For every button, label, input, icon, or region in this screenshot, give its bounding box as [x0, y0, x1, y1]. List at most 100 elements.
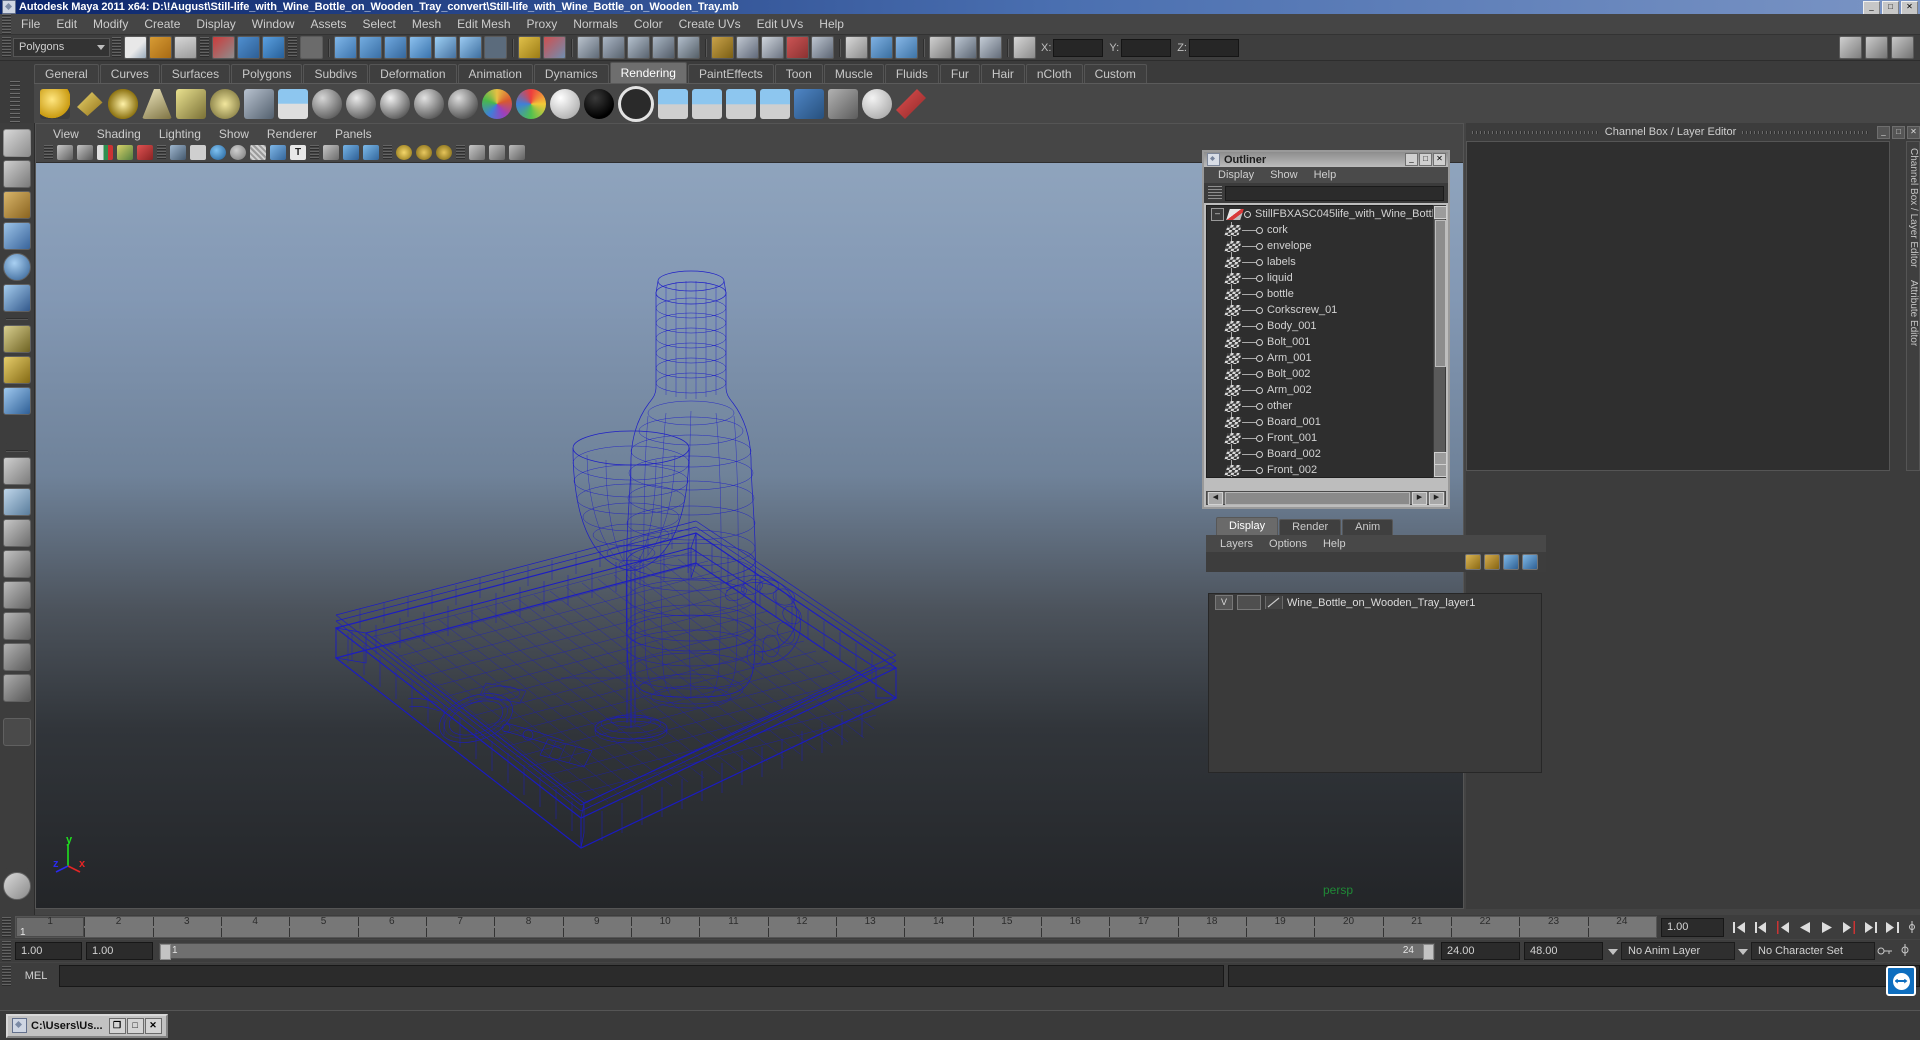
shelf-tab-curves[interactable]: Curves: [99, 64, 160, 83]
outliner-search-input[interactable]: [1225, 185, 1444, 201]
outliner-scroll-thumb[interactable]: [1435, 220, 1446, 367]
two-d-pan-zoom-icon[interactable]: [137, 145, 153, 160]
bookmark-icon[interactable]: [97, 145, 113, 160]
list-item[interactable]: Bolt_001: [1207, 334, 1445, 350]
list-item[interactable]: Corkscrew_01: [1207, 302, 1445, 318]
quick-layout-persp-graph-2[interactable]: [3, 612, 31, 640]
play-forwards-button[interactable]: [1817, 918, 1837, 936]
shelf-tab-custom[interactable]: Custom: [1083, 64, 1147, 83]
quick-layout-hypershade-persp[interactable]: [3, 581, 31, 609]
channel-box-body[interactable]: [1466, 141, 1890, 471]
textured-display-icon[interactable]: [250, 145, 266, 160]
range-end-handle[interactable]: [1423, 944, 1434, 960]
smooth-preview-icon[interactable]: [343, 145, 359, 160]
step-back-key-button[interactable]: [1751, 918, 1771, 936]
statusline-grip-2[interactable]: [112, 37, 121, 58]
quick-layout-single-pane[interactable]: [3, 457, 31, 485]
light-linking-icon[interactable]: [244, 89, 274, 119]
shelf-tab-fluids[interactable]: Fluids: [884, 64, 939, 83]
shelf-tab-toon[interactable]: Toon: [774, 64, 823, 83]
snap-to-view-plane-icon[interactable]: [677, 36, 700, 59]
shelf-tab-dynamics[interactable]: Dynamics: [533, 64, 609, 83]
list-item[interactable]: cork: [1207, 222, 1445, 238]
menu-item-create-uvs[interactable]: Create UVs: [671, 15, 749, 33]
input-output-connections-icon[interactable]: [870, 36, 893, 59]
taskbar-restore-button[interactable]: ❐: [108, 1017, 126, 1034]
range-start-time-field[interactable]: 1.00: [86, 942, 153, 960]
render-region-icon[interactable]: [469, 145, 485, 160]
spot-light-icon[interactable]: [142, 89, 172, 119]
viewport-snapshot-icon[interactable]: [489, 145, 505, 160]
render-layer-icon[interactable]: [828, 89, 858, 119]
coord-y-field[interactable]: [1121, 38, 1172, 57]
menu-item-mesh[interactable]: Mesh: [404, 15, 449, 33]
render-view-icon[interactable]: [736, 36, 759, 59]
component-uv-icon[interactable]: [409, 36, 432, 59]
outliner-hscroll-thumb[interactable]: [1225, 491, 1410, 505]
xray-display-icon[interactable]: T: [290, 145, 306, 160]
list-item[interactable]: other: [1207, 398, 1445, 414]
animation-preferences-button-2[interactable]: [1896, 942, 1914, 960]
view-transform-icon[interactable]: [436, 145, 452, 160]
dock-grip-left[interactable]: [1472, 128, 1599, 136]
animation-start-time-field[interactable]: 1.00: [15, 942, 82, 960]
component-hull-icon[interactable]: [434, 36, 457, 59]
range-slider-track[interactable]: 1 24: [159, 943, 1435, 960]
outliner-menu-show[interactable]: Show: [1262, 169, 1306, 181]
dock-grip-right[interactable]: [1742, 128, 1869, 136]
component-edge-icon[interactable]: [359, 36, 382, 59]
list-item[interactable]: Arm_001: [1207, 350, 1445, 366]
snap-to-curve-icon[interactable]: [602, 36, 625, 59]
coord-x-field[interactable]: [1053, 38, 1104, 57]
statusline-grip-4[interactable]: [288, 37, 297, 58]
step-forward-key-button[interactable]: [1861, 918, 1881, 936]
area-light-icon[interactable]: [176, 89, 206, 119]
use-default-material-icon[interactable]: [270, 145, 286, 160]
ambient-light-icon[interactable]: [40, 89, 70, 119]
character-set-dropdown-icon[interactable]: [1735, 943, 1751, 959]
list-item[interactable]: Board_002: [1207, 446, 1445, 462]
batch-render-icon[interactable]: [794, 89, 824, 119]
outliner-menu-display[interactable]: Display: [1210, 169, 1262, 181]
move-layer-up-icon[interactable]: [1503, 554, 1519, 570]
shelf-tab-rendering[interactable]: Rendering: [609, 62, 687, 83]
lock-selection-icon[interactable]: [518, 36, 541, 59]
numeric-input-mode-icon[interactable]: [1013, 36, 1036, 59]
anim-layer-dropdown-icon[interactable]: [1605, 943, 1621, 959]
vertical-tab-channel-box[interactable]: Channel Box / Layer Editor: [1907, 142, 1920, 274]
minimize-button[interactable]: _: [1863, 1, 1880, 15]
show-hide-attribute-editor-icon[interactable]: [1865, 36, 1888, 59]
xray-icon[interactable]: [954, 36, 977, 59]
viewport-menu-show[interactable]: Show: [210, 127, 258, 141]
snap-to-grid-icon[interactable]: [577, 36, 600, 59]
menu-item-file[interactable]: File: [13, 15, 48, 33]
move-tool[interactable]: [3, 222, 31, 250]
animation-preferences-button[interactable]: [1905, 918, 1919, 936]
command-input[interactable]: [59, 965, 1224, 987]
ramp-shader-icon[interactable]: [516, 89, 546, 119]
shelf-tab-hair[interactable]: Hair: [980, 64, 1025, 83]
show-hide-sidebar-icon[interactable]: [1839, 36, 1862, 59]
isolate-select-icon[interactable]: [323, 145, 339, 160]
list-item[interactable]: envelope: [1207, 238, 1445, 254]
list-item[interactable]: Body_001: [1207, 318, 1445, 334]
wireframe-display-icon[interactable]: [230, 145, 246, 160]
scale-tool[interactable]: [3, 284, 31, 312]
statusline-grip-3[interactable]: [200, 37, 209, 58]
range-slider-grip[interactable]: [2, 940, 11, 962]
layer-menu-options[interactable]: Options: [1261, 538, 1315, 550]
show-hide-channel-box-icon[interactable]: [1891, 36, 1914, 59]
viewport-toolbar-grip-3[interactable]: [310, 145, 319, 160]
list-item[interactable]: Board_001: [1207, 414, 1445, 430]
layer-list[interactable]: V Wine_Bottle_on_Wooden_Tray_layer1: [1208, 593, 1542, 773]
current-time-field[interactable]: 1.00: [1661, 917, 1724, 937]
tab-anim[interactable]: Anim: [1342, 519, 1394, 535]
paint-select-tool[interactable]: [3, 191, 31, 219]
shelf-tab-painteffects[interactable]: PaintEffects: [687, 64, 774, 83]
shelf-tab-ncloth[interactable]: nCloth: [1025, 64, 1083, 83]
menu-item-help[interactable]: Help: [811, 15, 852, 33]
viewport-menu-renderer[interactable]: Renderer: [258, 127, 326, 141]
film-gate-icon[interactable]: [190, 145, 206, 160]
viewport-toolbar-grip[interactable]: [44, 145, 53, 160]
viewport-menu-lighting[interactable]: Lighting: [150, 127, 210, 141]
